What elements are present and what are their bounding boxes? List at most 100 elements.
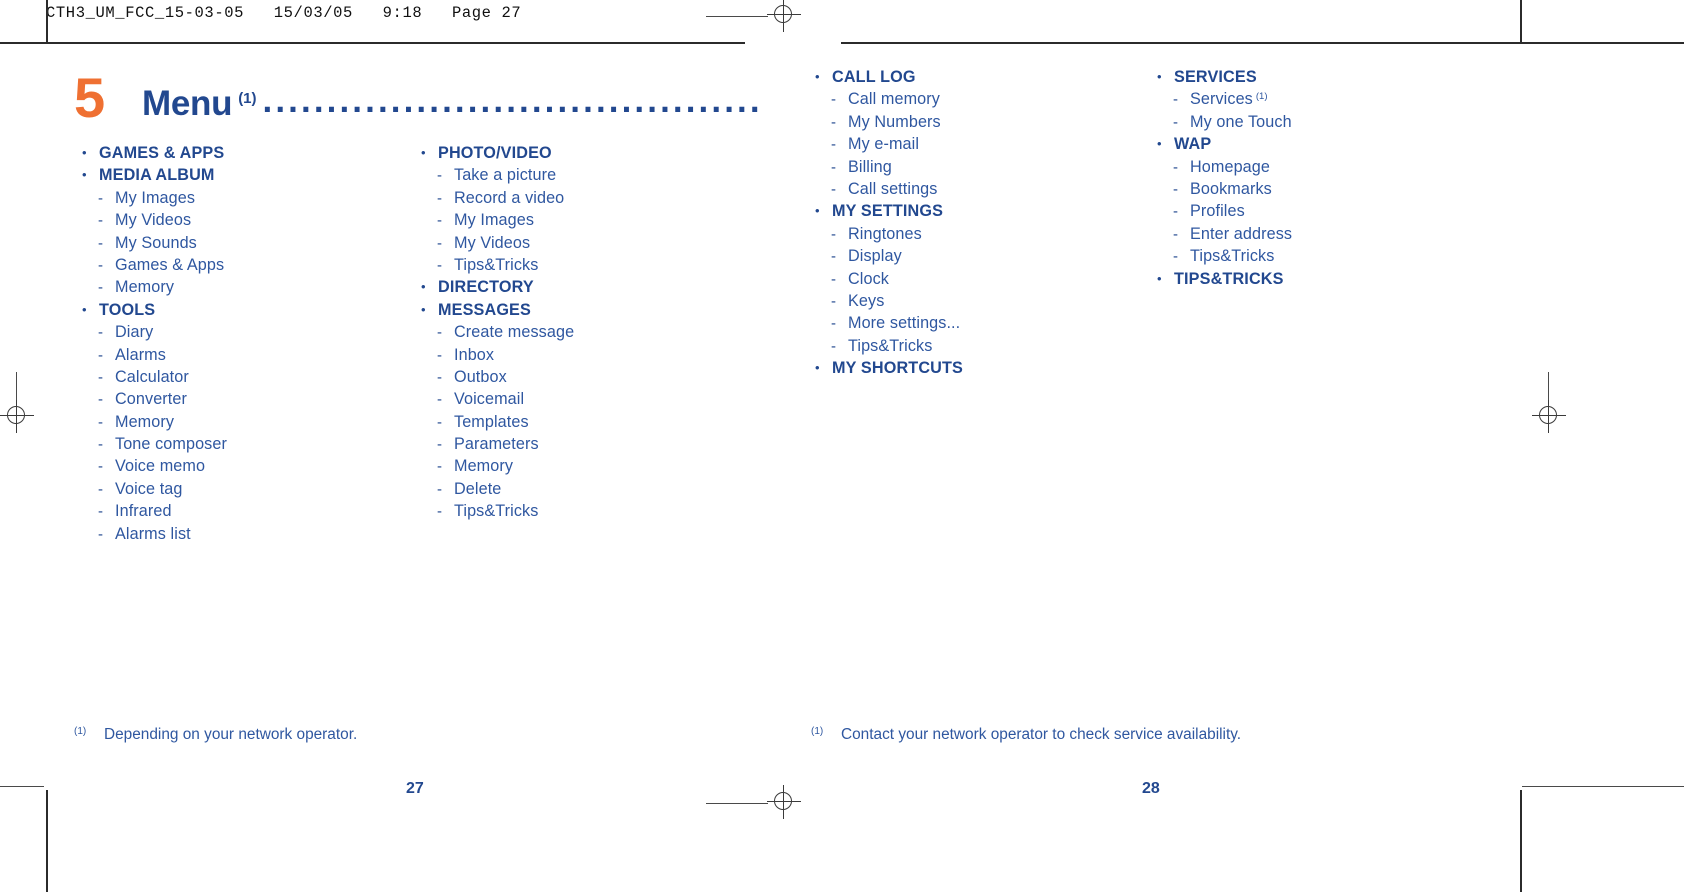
- menu-category: • DIRECTORY: [421, 279, 751, 301]
- menu-item: - My Videos: [82, 212, 392, 234]
- menu-item-label: Bookmarks: [1190, 179, 1272, 198]
- dash-icon: -: [98, 212, 103, 230]
- menu-item-label: Clock: [848, 269, 889, 288]
- menu-item: - Profiles: [1157, 203, 1487, 225]
- menu-item: - Diary: [82, 324, 392, 346]
- registration-lead-top: [706, 16, 768, 17]
- menu-item: - Memory: [82, 412, 392, 436]
- dash-icon: -: [98, 480, 103, 498]
- menu-item: - Memory: [82, 279, 392, 301]
- dash-icon: -: [1173, 158, 1178, 176]
- menu-item-label: Inbox: [454, 345, 495, 364]
- menu-item: - Billing: [815, 158, 1135, 181]
- menu-category: • TOOLS: [82, 302, 392, 324]
- menu-category-label: CALL LOG: [832, 68, 916, 86]
- menu-item-label: Call settings: [848, 179, 938, 198]
- menu-item: - Record a video: [421, 190, 751, 212]
- dash-icon: -: [831, 337, 836, 355]
- menu-item: - Tone composer: [82, 436, 392, 458]
- footnote-left: (1) Depending on your network operator.: [74, 726, 357, 744]
- menu-item: - Homepage: [1157, 158, 1487, 181]
- dash-icon: -: [98, 256, 103, 274]
- menu-category-label: TOOLS: [99, 300, 156, 319]
- dash-icon: -: [437, 458, 442, 476]
- dash-icon: -: [98, 503, 103, 521]
- bullet-icon: •: [815, 360, 820, 376]
- dash-icon: -: [1173, 203, 1178, 221]
- menu-item-label: Parameters: [454, 435, 539, 454]
- dash-icon: -: [98, 234, 103, 252]
- trim-bar-bottom-right: [1520, 790, 1522, 892]
- trim-bar-top-right: [1520, 0, 1522, 42]
- footnote-left-text: Depending on your network operator.: [104, 726, 358, 743]
- menu-item: - Parameters: [421, 436, 751, 458]
- page-title: Menu (1) ...............................…: [142, 81, 762, 124]
- menu-item: - Voicemail: [421, 391, 751, 413]
- menu-item: - More settings...: [815, 315, 1135, 337]
- menu-item: - Bookmarks: [1157, 181, 1487, 203]
- dash-icon: -: [437, 234, 442, 252]
- dash-icon: -: [437, 480, 442, 498]
- menu-item: - Inbox: [421, 345, 751, 369]
- dash-icon: -: [98, 458, 103, 476]
- dash-icon: -: [437, 391, 442, 409]
- page-title-text: Menu: [142, 84, 233, 123]
- menu-item-label: Take a picture: [454, 166, 557, 185]
- menu-category: • PHOTO/VIDEO: [421, 145, 751, 167]
- menu-item-label: Converter: [115, 390, 187, 409]
- menu-item-label: Calculator: [115, 367, 189, 386]
- menu-item-label: My one Touch: [1190, 112, 1292, 131]
- dash-icon: -: [831, 113, 836, 131]
- dash-icon: -: [437, 189, 442, 207]
- registration-lead-left: [16, 372, 17, 400]
- bullet-icon: •: [1157, 270, 1162, 286]
- menu-item: - Tips&Tricks: [1157, 248, 1487, 270]
- menu-item: - Enter address: [1157, 226, 1487, 248]
- menu-category: • CALL LOG: [815, 69, 1135, 91]
- menu-item: - Create message: [421, 324, 751, 346]
- menu-item-label: Alarms: [115, 345, 166, 364]
- menu-item: - Tips&Tricks: [421, 503, 751, 525]
- menu-category-label: MY SETTINGS: [832, 202, 944, 221]
- bullet-icon: •: [82, 167, 87, 183]
- menu-item-label: Tips&Tricks: [454, 255, 539, 274]
- menu-item-label: Templates: [454, 412, 529, 431]
- menu-item-label: Keys: [848, 291, 885, 310]
- menu-item-label: Alarms list: [115, 524, 191, 543]
- menu-item: - Voice tag: [82, 481, 392, 503]
- menu-category-label: TIPS&TRICKS: [1174, 269, 1284, 288]
- menu-item: - Templates: [421, 412, 751, 436]
- trim-rule-bottom-left: [0, 786, 44, 787]
- menu-item: - Tips&Tricks: [815, 336, 1135, 360]
- menu-item: - Games & Apps: [82, 257, 392, 279]
- menu-item-label: Memory: [454, 457, 514, 476]
- trim-bar-bottom-left: [46, 790, 48, 892]
- registration-lead-right: [1548, 372, 1549, 400]
- menu-category: • MY SETTINGS: [815, 203, 1135, 225]
- menu-item: - Memory: [421, 458, 751, 480]
- footnote-right: (1) Contact your network operator to che…: [811, 726, 1241, 744]
- dash-icon: -: [437, 413, 442, 431]
- menu-item-label: Voice memo: [115, 457, 206, 476]
- menu-category-label: SERVICES: [1174, 68, 1257, 86]
- menu-item: - Call settings: [815, 181, 1135, 203]
- menu-column-3: • CALL LOG - Call memory - My Numbers - My e-ma…: [815, 69, 1135, 382]
- dash-icon: -: [98, 436, 103, 454]
- menu-item-label: Tips&Tricks: [848, 336, 933, 355]
- menu-item-label: Tips&Tricks: [1190, 247, 1275, 266]
- dash-icon: -: [1173, 248, 1178, 266]
- menu-item-label: Outbox: [454, 367, 507, 386]
- dash-icon: -: [98, 346, 103, 364]
- menu-item: - My Numbers: [815, 114, 1135, 136]
- menu-category: • MY SHORTCUTS: [815, 360, 1135, 382]
- menu-item-label: Voicemail: [454, 390, 525, 409]
- menu-item-label: Enter address: [1190, 224, 1293, 243]
- footnote-left-marker: (1): [74, 726, 87, 737]
- menu-category-label: PHOTO/VIDEO: [438, 144, 552, 162]
- menu-item-label: Memory: [115, 412, 175, 431]
- dash-icon: -: [98, 279, 103, 297]
- menu-item-label: Tone composer: [115, 435, 227, 454]
- bullet-icon: •: [421, 279, 426, 295]
- dash-icon: -: [831, 248, 836, 266]
- menu-category-label: WAP: [1174, 135, 1212, 154]
